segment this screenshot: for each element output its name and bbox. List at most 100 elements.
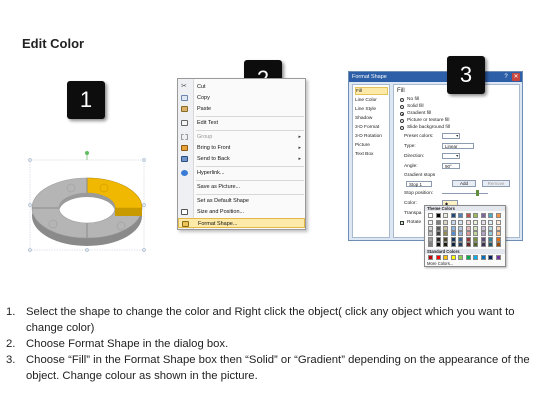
color-swatch[interactable] xyxy=(428,255,433,260)
color-swatch[interactable] xyxy=(428,242,433,248)
color-swatch[interactable] xyxy=(435,213,441,218)
color-swatch[interactable] xyxy=(465,255,471,260)
menu-item-size-and-position[interactable]: Size and Position... xyxy=(178,207,305,217)
color-swatch[interactable] xyxy=(443,225,448,231)
color-swatch[interactable] xyxy=(488,242,493,248)
menu-item-save-as-picture[interactable]: Save as Picture... xyxy=(178,182,305,192)
stop-position-slider[interactable] xyxy=(442,193,488,194)
angle-input[interactable]: 90° xyxy=(442,163,460,169)
sidebar-item-3d-rotation[interactable]: 3-D Rotation xyxy=(355,133,388,141)
menu-item-bring-to-front[interactable]: Bring to Front ▸ xyxy=(178,143,305,153)
color-swatch[interactable] xyxy=(465,236,471,242)
menu-item-group[interactable]: Group ▸ xyxy=(178,132,305,142)
color-swatch[interactable] xyxy=(435,255,441,260)
sidebar-item-picture[interactable]: Picture xyxy=(355,142,388,150)
color-swatch[interactable] xyxy=(450,225,456,231)
close-icon[interactable]: ✕ xyxy=(512,73,520,81)
color-swatch[interactable] xyxy=(465,220,471,225)
more-colors-link[interactable]: More Colors... xyxy=(427,261,453,266)
color-swatch[interactable] xyxy=(450,236,456,242)
color-swatch[interactable] xyxy=(450,242,456,248)
color-swatch[interactable] xyxy=(458,236,463,242)
color-swatch[interactable] xyxy=(495,255,501,260)
sidebar-item-shadow[interactable]: Shadow xyxy=(355,115,388,123)
ring-shape-graphic[interactable] xyxy=(25,150,160,260)
color-swatch[interactable] xyxy=(480,225,486,231)
sidebar-item-line-style[interactable]: Line Style xyxy=(355,106,388,114)
color-swatch[interactable] xyxy=(473,231,478,237)
color-swatch[interactable] xyxy=(488,231,493,237)
radio-no-fill[interactable] xyxy=(400,98,404,102)
menu-item-paste[interactable]: Paste xyxy=(178,104,305,114)
color-swatch[interactable] xyxy=(495,225,501,231)
color-swatch[interactable] xyxy=(450,231,456,237)
color-swatch[interactable] xyxy=(473,236,478,242)
slider-thumb[interactable] xyxy=(476,190,479,196)
color-swatch[interactable] xyxy=(488,225,493,231)
menu-item-format-shape[interactable]: Format Shape... xyxy=(178,218,305,228)
color-swatch[interactable] xyxy=(435,231,441,237)
color-swatch[interactable] xyxy=(473,242,478,248)
sidebar-item-3d-format[interactable]: 3-D Format xyxy=(355,124,388,132)
color-swatch[interactable] xyxy=(435,225,441,231)
color-swatch[interactable] xyxy=(450,213,456,218)
rotate-checkbox[interactable]: ✓ xyxy=(400,220,404,225)
menu-item-set-default-shape[interactable]: Set as Default Shape xyxy=(178,196,305,206)
color-swatch[interactable] xyxy=(465,242,471,248)
color-swatch[interactable] xyxy=(428,220,433,225)
color-swatch[interactable] xyxy=(450,220,456,225)
menu-item-send-to-back[interactable]: Send to Back ▸ xyxy=(178,154,305,164)
color-swatch[interactable] xyxy=(473,220,478,225)
radio-slide-background-fill[interactable] xyxy=(400,126,404,130)
color-swatch[interactable] xyxy=(428,231,433,237)
color-swatch[interactable] xyxy=(458,231,463,237)
color-swatch[interactable] xyxy=(458,213,463,218)
color-swatch[interactable] xyxy=(480,242,486,248)
sidebar-item-text-box[interactable]: Text Box xyxy=(355,151,388,159)
color-swatch[interactable] xyxy=(443,236,448,242)
color-swatch[interactable] xyxy=(465,213,471,218)
color-swatch[interactable] xyxy=(495,236,501,242)
color-swatch[interactable] xyxy=(443,242,448,248)
ring-shape[interactable] xyxy=(25,150,160,260)
color-swatch[interactable] xyxy=(488,236,493,242)
help-icon[interactable]: ? xyxy=(502,73,510,81)
direction-dropdown[interactable]: ▼ xyxy=(442,153,460,159)
radio-picture-fill[interactable] xyxy=(400,119,404,123)
sidebar-item-fill[interactable]: Fill xyxy=(355,87,388,95)
radio-solid-fill[interactable] xyxy=(400,105,404,109)
color-swatch[interactable] xyxy=(458,242,463,248)
color-swatch[interactable] xyxy=(435,236,441,242)
preset-colors-dropdown[interactable]: ▼ xyxy=(442,133,460,139)
color-swatch[interactable] xyxy=(435,220,441,225)
remove-stop-button[interactable]: Remove xyxy=(482,180,510,187)
color-swatch[interactable] xyxy=(480,231,486,237)
color-swatch[interactable] xyxy=(458,255,463,260)
color-swatch[interactable] xyxy=(473,255,478,260)
color-swatch[interactable] xyxy=(443,255,448,260)
color-swatch[interactable] xyxy=(473,213,478,218)
color-swatch[interactable] xyxy=(488,255,493,260)
color-swatch[interactable] xyxy=(428,213,433,218)
type-dropdown[interactable]: Linear xyxy=(442,143,474,149)
color-swatch[interactable] xyxy=(450,255,456,260)
add-stop-button[interactable]: Add xyxy=(452,180,476,187)
color-swatch[interactable] xyxy=(435,242,441,248)
color-swatch[interactable] xyxy=(428,225,433,231)
color-swatch[interactable] xyxy=(428,236,433,242)
color-swatch[interactable] xyxy=(488,213,493,218)
color-swatch[interactable] xyxy=(495,213,501,218)
stop-dropdown[interactable]: Stop 1 xyxy=(406,181,432,187)
color-swatch[interactable] xyxy=(443,213,448,218)
color-swatch[interactable] xyxy=(480,220,486,225)
color-swatch[interactable] xyxy=(495,242,501,248)
color-swatch[interactable] xyxy=(480,213,486,218)
menu-item-cut[interactable]: ✂ Cut xyxy=(178,82,305,92)
color-swatch[interactable] xyxy=(465,225,471,231)
color-swatch[interactable] xyxy=(495,231,501,237)
color-swatch[interactable] xyxy=(458,220,463,225)
color-swatch[interactable] xyxy=(488,220,493,225)
color-swatch[interactable] xyxy=(443,220,448,225)
menu-item-copy[interactable]: Copy xyxy=(178,93,305,103)
color-swatch[interactable] xyxy=(458,225,463,231)
